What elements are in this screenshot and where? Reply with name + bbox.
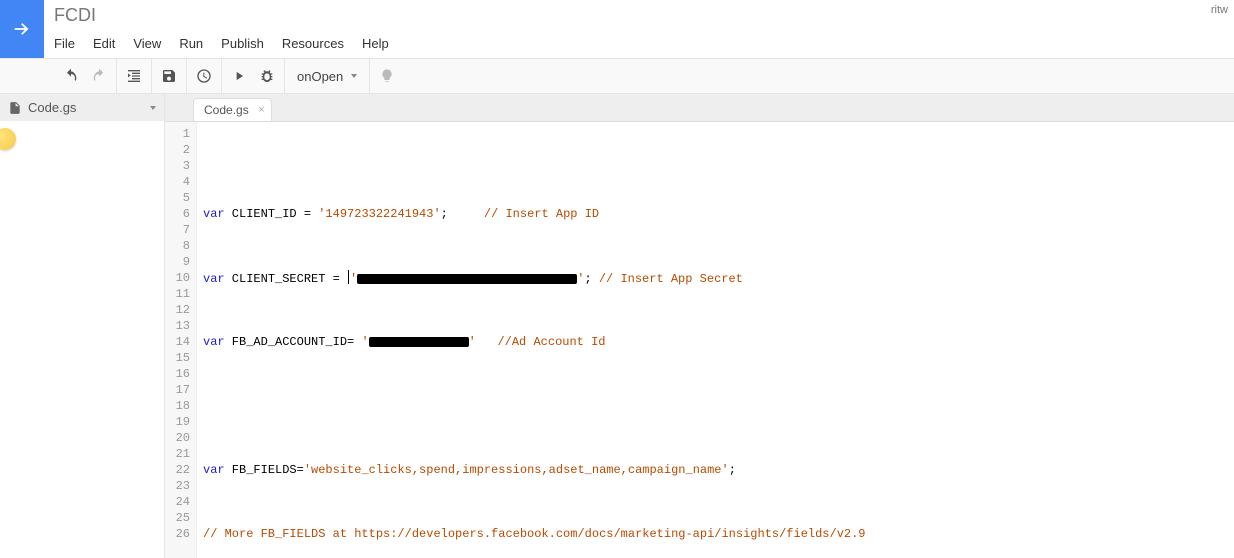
indent-icon <box>126 68 142 84</box>
decorative-blob <box>0 128 16 150</box>
debug-button[interactable] <box>258 67 276 85</box>
chevron-down-icon <box>150 106 156 110</box>
close-icon[interactable]: × <box>258 104 264 116</box>
menu-view[interactable]: View <box>133 36 161 51</box>
project-title[interactable]: FCDI <box>54 0 1234 26</box>
arrow-right-icon <box>11 18 33 40</box>
menu-edit[interactable]: Edit <box>93 36 115 51</box>
clock-icon <box>196 68 212 84</box>
editor-tab-codegs[interactable]: Code.gs × <box>193 98 272 121</box>
menu-resources[interactable]: Resources <box>282 36 344 51</box>
undo-icon <box>63 68 79 84</box>
bug-icon <box>259 68 275 84</box>
undo-button[interactable] <box>62 67 80 85</box>
sidebar-file-codegs[interactable]: Code.gs <box>0 94 164 121</box>
save-button[interactable] <box>160 67 178 85</box>
lightbulb-icon <box>379 68 395 84</box>
sidebar-file-label: Code.gs <box>28 100 76 115</box>
triggers-button[interactable] <box>195 67 213 85</box>
menu-publish[interactable]: Publish <box>221 36 264 51</box>
redacted-account-id <box>369 337 469 347</box>
help-lightbulb[interactable] <box>378 67 396 85</box>
redacted-secret <box>357 274 577 284</box>
menu-help[interactable]: Help <box>362 36 389 51</box>
text-cursor <box>348 270 349 284</box>
redo-button[interactable] <box>90 67 108 85</box>
redo-icon <box>91 68 107 84</box>
function-select[interactable]: onOpen <box>293 69 361 84</box>
editor-tab-label: Code.gs <box>204 103 249 117</box>
run-button[interactable] <box>230 67 248 85</box>
code-editor[interactable]: 1234567891011121314151617181920212223242… <box>165 122 1234 558</box>
play-icon <box>232 69 246 83</box>
user-name[interactable]: ritw <box>1211 4 1228 16</box>
menu-bar: File Edit View Run Publish Resources Hel… <box>54 26 1234 51</box>
toolbar: onOpen <box>0 58 1234 94</box>
menu-run[interactable]: Run <box>179 36 203 51</box>
indent-button[interactable] <box>125 67 143 85</box>
code-area[interactable]: var CLIENT_ID = '149723322241943'; // In… <box>197 122 1234 558</box>
save-icon <box>161 68 177 84</box>
file-icon <box>8 101 22 115</box>
project-sidebar: Code.gs <box>0 94 165 558</box>
app-logo <box>0 0 44 58</box>
editor-tabstrip: Code.gs × <box>165 94 1234 122</box>
line-gutter: 1234567891011121314151617181920212223242… <box>165 122 197 558</box>
menu-file[interactable]: File <box>54 36 75 51</box>
